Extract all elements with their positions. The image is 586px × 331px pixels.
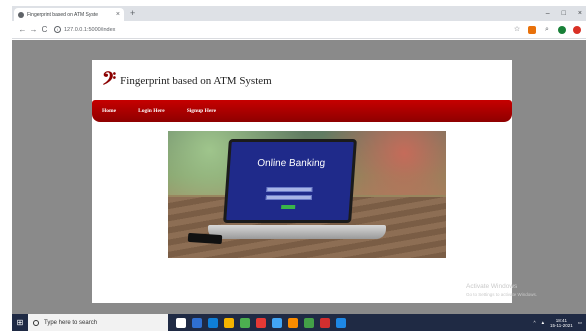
clock-date: 15-11-2021 [550, 322, 573, 328]
tray-chevron-icon[interactable]: ^ [533, 320, 535, 325]
hero-username-field [266, 187, 313, 192]
hero-login-button [281, 205, 296, 209]
window-controls: – □ × [546, 6, 582, 21]
logo-icon: 𝄢 [102, 68, 117, 94]
app-icon-green[interactable] [304, 317, 314, 328]
extension-icon[interactable] [528, 25, 536, 34]
minimize-button[interactable]: – [546, 10, 550, 17]
profile-avatar[interactable] [573, 25, 581, 34]
nav-login[interactable]: Login Here [138, 108, 165, 114]
site-title: Fingerprint based on ATM System [120, 75, 272, 87]
forward-button[interactable]: → [28, 25, 39, 35]
edge-icon[interactable] [208, 317, 218, 328]
network-icon[interactable]: ▲ [541, 320, 545, 325]
address-bar[interactable]: i 127.0.0.1:5000/index [54, 24, 115, 36]
reload-button[interactable]: C [39, 25, 50, 35]
laptop-screen: Online Banking [223, 139, 357, 223]
nav-home[interactable]: Home [102, 108, 116, 114]
notifications-icon[interactable]: ▭ [578, 320, 582, 326]
main-nav: Home Login Here Signup Here [92, 100, 512, 122]
app-icon-blue-2[interactable] [336, 317, 346, 328]
site-header: 𝄢 Fingerprint based on ATM System [102, 70, 272, 92]
taskbar: ⊞ Type here to search ^ ▲ 18:41 15-11-20… [12, 314, 586, 331]
system-tray: ^ ▲ 18:41 15-11-2021 ▭ [533, 318, 586, 328]
search-icon[interactable]: ⌕ [543, 26, 551, 34]
hero-password-field [265, 195, 313, 200]
toolbar-actions: ☆ ⌕ [513, 25, 581, 34]
taskbar-clock[interactable]: 18:41 15-11-2021 [550, 318, 573, 328]
watermark-title: Activate Windows [466, 283, 518, 290]
close-window-button[interactable]: × [578, 10, 582, 17]
nav-signup[interactable]: Signup Here [187, 108, 216, 114]
extension-green-icon[interactable] [558, 25, 566, 34]
app-icon-blue[interactable] [272, 317, 282, 328]
browser-tab[interactable]: Fingerprint based on ATM Syste × [14, 8, 124, 21]
browser-toolbar: ← → C i 127.0.0.1:5000/index ☆ ⌕ [12, 21, 586, 39]
url-text[interactable]: 127.0.0.1:5000/index [64, 27, 115, 33]
site-container: 𝄢 Fingerprint based on ATM System Home L… [92, 60, 512, 303]
hero-image: Online Banking [168, 131, 446, 258]
back-button[interactable]: ← [17, 25, 28, 35]
page-background: 𝄢 Fingerprint based on ATM System Home L… [12, 40, 586, 314]
info-icon[interactable]: i [54, 26, 61, 33]
search-circle-icon [33, 319, 39, 326]
file-explorer-icon[interactable] [224, 317, 234, 328]
maximize-button[interactable]: □ [562, 10, 566, 17]
app-icon-orange[interactable] [288, 317, 298, 328]
laptop-base [208, 225, 386, 239]
windows-start-icon[interactable]: ⊞ [12, 314, 28, 331]
new-tab-button[interactable]: + [130, 8, 135, 18]
task-view-icon[interactable] [192, 317, 202, 328]
store-icon[interactable] [240, 317, 250, 328]
taskbar-search[interactable]: Type here to search [28, 314, 168, 331]
tab-close-icon[interactable]: × [116, 11, 120, 18]
watermark-subtitle: Go to Settings to activate Windows. [466, 292, 538, 297]
tab-strip: Fingerprint based on ATM Syste × + – □ × [12, 6, 586, 21]
taskbar-search-placeholder[interactable]: Type here to search [44, 320, 97, 326]
app-icon-red-2[interactable] [320, 317, 330, 328]
pinned-apps [176, 317, 346, 328]
activation-watermark: Activate Windows Go to Settings to activ… [466, 283, 537, 297]
tab-title: Fingerprint based on ATM Syste [27, 11, 99, 18]
hero-text: Online Banking [256, 158, 326, 169]
favicon-icon [18, 11, 24, 18]
mic-icon[interactable] [176, 317, 186, 328]
star-icon[interactable]: ☆ [513, 26, 521, 34]
app-icon-red[interactable] [256, 317, 266, 328]
